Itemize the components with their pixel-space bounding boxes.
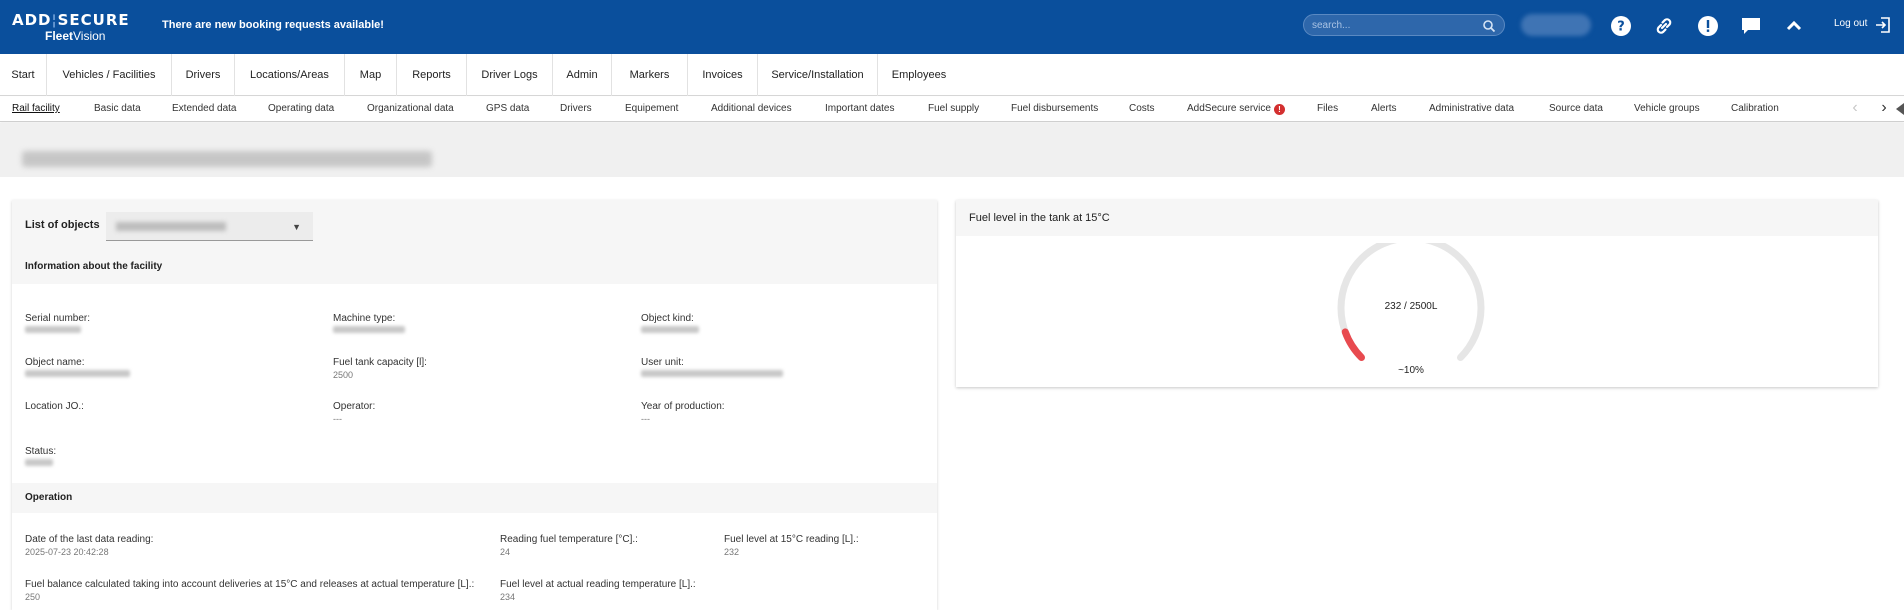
user-unit-value-redacted	[641, 370, 783, 377]
tab-rail-facility[interactable]: Rail facility	[12, 103, 60, 114]
top-header: ADD¦SECURE FleetVision There are new boo…	[0, 0, 1904, 54]
tab-fuel-disbursements[interactable]: Fuel disbursements	[1011, 103, 1098, 114]
tab-calibration[interactable]: Calibration	[1731, 103, 1779, 114]
fuel-balance-label: Fuel balance calculated taking into acco…	[25, 579, 475, 590]
info-section-title: Information about the facility	[25, 261, 163, 272]
scroll-indicator-icon	[1896, 103, 1904, 115]
tab-equipement[interactable]: Equipement	[625, 103, 678, 114]
status-label: Status:	[25, 446, 57, 457]
tab-addsecure-service[interactable]: AddSecure service!	[1187, 103, 1285, 115]
last-reading-value: 2025-07-23 20:42:28	[25, 547, 109, 557]
gauge-percent-text: ~10%	[1398, 365, 1424, 376]
tab-alerts[interactable]: Alerts	[1371, 103, 1397, 114]
tab-drivers[interactable]: Drivers	[560, 103, 592, 114]
link-icon[interactable]	[1652, 14, 1676, 38]
svg-text:?: ?	[1617, 20, 1625, 35]
dropdown-caret-icon[interactable]: ▼	[292, 222, 301, 232]
location-jo-label: Location JO.:	[25, 401, 84, 412]
serial-number-value-redacted	[25, 326, 81, 333]
tab-organizational-data[interactable]: Organizational data	[367, 103, 454, 114]
year-of-production-value: ---	[641, 414, 650, 424]
machine-type-value-redacted	[333, 326, 405, 333]
fuel-level-panel-title: Fuel level in the tank at 15°C	[969, 212, 1110, 224]
fuel-gauge: 232 / 2500L ~10%	[1333, 234, 1489, 383]
object-kind-value-redacted	[641, 326, 699, 333]
collapse-up-icon[interactable]	[1782, 14, 1806, 38]
serial-number-label: Serial number:	[25, 313, 91, 324]
search-box[interactable]	[1303, 14, 1505, 36]
fuel-level-actual-value: 234	[500, 592, 516, 602]
year-of-production-label: Year of production:	[641, 401, 725, 412]
fuel-level-actual-label: Fuel level at actual reading temperature…	[500, 579, 696, 590]
page-title-redacted	[22, 151, 432, 167]
booking-notice[interactable]: There are new booking requests available…	[162, 19, 384, 31]
object-select-value-redacted	[116, 222, 226, 231]
main-nav: Start Vehicles / Facilities Drivers Loca…	[0, 54, 1904, 96]
nav-drivers[interactable]: Drivers	[172, 54, 235, 96]
list-of-objects-label: List of objects	[25, 219, 100, 231]
tab-files[interactable]: Files	[1317, 103, 1338, 114]
help-icon[interactable]: ?	[1609, 14, 1633, 38]
facility-info-panel: List of objects ▼ Information about the …	[12, 200, 937, 610]
fuel-gauge-svg	[1337, 234, 1485, 361]
fuel-level-panel: Fuel level in the tank at 15°C 232 / 250…	[956, 200, 1878, 387]
gauge-value-text: 232 / 2500L	[1384, 301, 1438, 312]
search-icon[interactable]	[1482, 19, 1496, 33]
status-value-redacted	[25, 459, 53, 466]
fuel-tank-capacity-value: 2500	[333, 370, 354, 380]
nav-service-installation[interactable]: Service/Installation	[758, 54, 878, 96]
reading-temperature-label: Reading fuel temperature [°C].:	[500, 534, 638, 545]
operator-label: Operator:	[333, 401, 376, 412]
tab-addsecure-service-label: AddSecure service	[1187, 103, 1271, 114]
operation-section-band	[12, 483, 937, 513]
user-account-pill[interactable]	[1521, 14, 1591, 36]
nav-map[interactable]: Map	[345, 54, 397, 96]
reading-temperature-value: 24	[500, 547, 511, 557]
machine-type-label: Machine type:	[333, 313, 396, 324]
nav-reports[interactable]: Reports	[397, 54, 467, 96]
tab-extended-data[interactable]: Extended data	[172, 103, 237, 114]
addsecure-logo[interactable]: ADD¦SECURE FleetVision	[12, 12, 140, 46]
tab-administrative-data[interactable]: Administrative data	[1429, 103, 1514, 114]
tab-operating-data[interactable]: Operating data	[268, 103, 334, 114]
tab-basic-data[interactable]: Basic data	[94, 103, 141, 114]
chevron-right-icon[interactable]: ›	[1875, 99, 1893, 117]
tab-gps-data[interactable]: GPS data	[486, 103, 529, 114]
tab-vehicle-groups[interactable]: Vehicle groups	[1634, 103, 1700, 114]
fuel-tank-capacity-label: Fuel tank capacity [l]:	[333, 357, 427, 368]
object-name-value-redacted	[25, 370, 130, 377]
sub-tabs: Rail facility Basic data Extended data O…	[0, 97, 1904, 122]
tab-additional-devices[interactable]: Additional devices	[711, 103, 792, 114]
object-select[interactable]: ▼	[106, 212, 313, 241]
nav-start[interactable]: Start	[0, 54, 47, 96]
alert-icon[interactable]	[1696, 14, 1720, 38]
object-name-label: Object name:	[25, 357, 85, 368]
chevron-left-icon[interactable]: ‹	[1846, 99, 1864, 117]
nav-driver-logs[interactable]: Driver Logs	[467, 54, 553, 96]
tab-costs[interactable]: Costs	[1129, 103, 1155, 114]
object-kind-label: Object kind:	[641, 313, 694, 324]
logout-link[interactable]: Log out	[1834, 18, 1867, 29]
nav-admin[interactable]: Admin	[553, 54, 612, 96]
tab-fuel-supply[interactable]: Fuel supply	[928, 103, 979, 114]
nav-vehicles-facilities[interactable]: Vehicles / Facilities	[47, 54, 172, 96]
nav-locations-areas[interactable]: Locations/Areas	[235, 54, 345, 96]
user-unit-label: User unit:	[641, 357, 684, 368]
warning-icon: !	[1273, 104, 1285, 115]
fuel-level-15c-value: 232	[724, 547, 740, 557]
logout-icon[interactable]	[1874, 16, 1892, 34]
fuel-level-15c-label: Fuel level at 15°C reading [L].:	[724, 534, 859, 545]
tab-source-data[interactable]: Source data	[1549, 103, 1603, 114]
nav-markers[interactable]: Markers	[612, 54, 688, 96]
nav-employees[interactable]: Employees	[878, 54, 960, 96]
chat-icon[interactable]	[1739, 14, 1763, 38]
search-input[interactable]	[1312, 18, 1477, 33]
operation-section-title: Operation	[25, 492, 73, 503]
tab-important-dates[interactable]: Important dates	[825, 103, 894, 114]
operator-value: ---	[333, 414, 342, 424]
fuel-balance-value: 250	[25, 592, 41, 602]
last-reading-label: Date of the last data reading:	[25, 534, 154, 545]
nav-invoices[interactable]: Invoices	[688, 54, 758, 96]
page-title-band	[0, 123, 1904, 177]
